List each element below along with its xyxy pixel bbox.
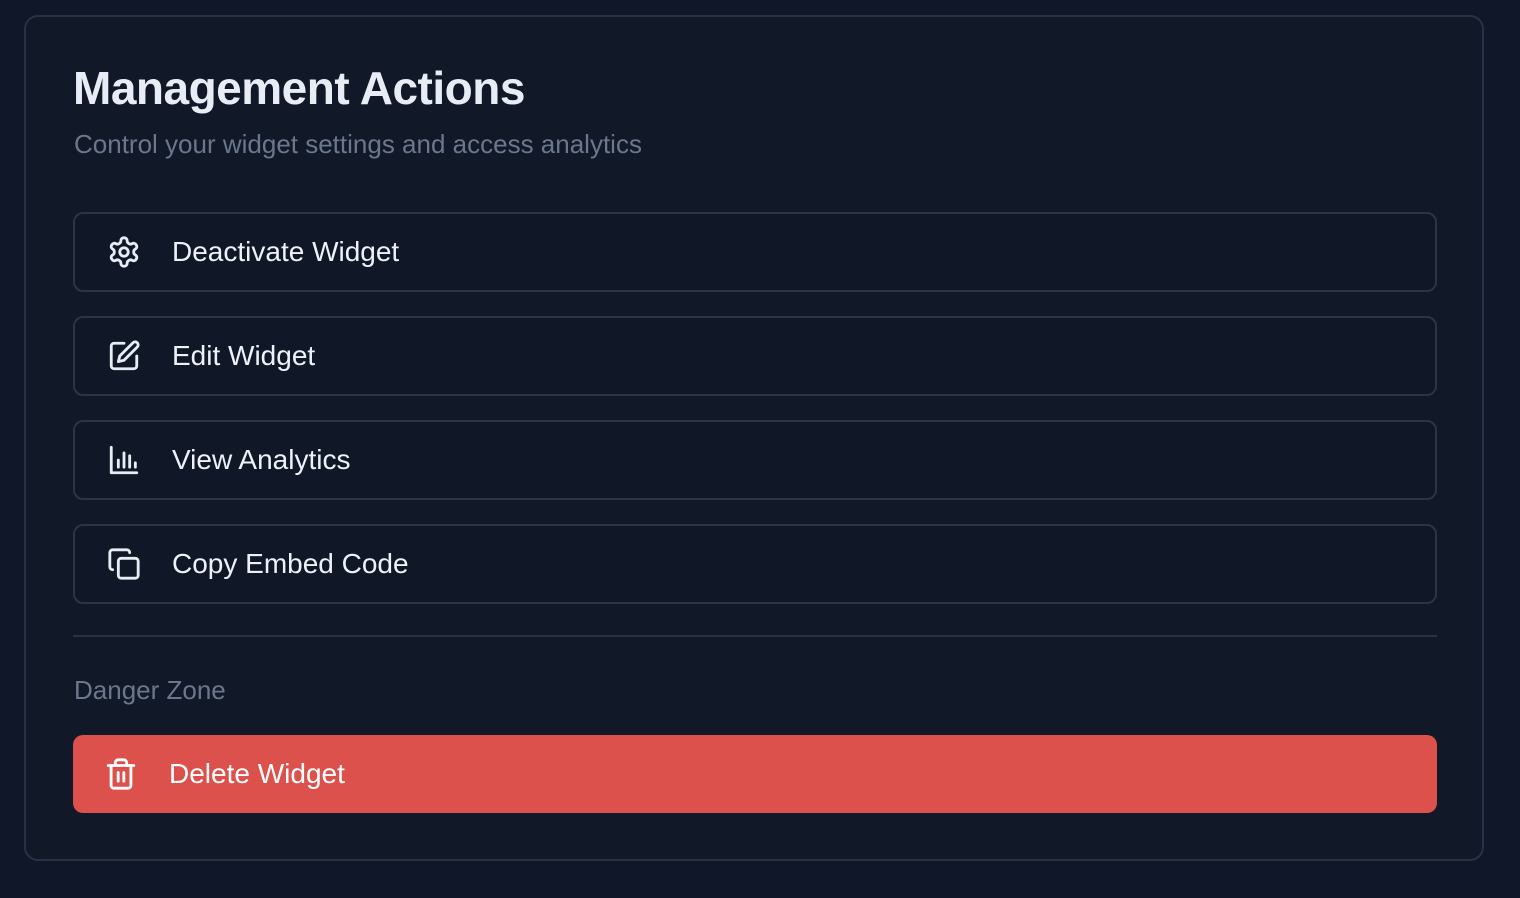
view-analytics-label: View Analytics — [172, 444, 351, 475]
copy-icon — [107, 547, 141, 581]
bar-chart-icon — [107, 443, 141, 477]
page-title: Management Actions — [73, 62, 525, 114]
danger-zone-label: Danger Zone — [74, 675, 226, 705]
page-subtitle: Control your widget settings and access … — [74, 129, 642, 159]
delete-widget-label: Delete Widget — [169, 758, 345, 789]
edit-widget-label: Edit Widget — [172, 340, 316, 371]
delete-widget-button[interactable]: Delete Widget — [73, 735, 1437, 813]
view-analytics-button[interactable]: View Analytics — [73, 420, 1437, 500]
edit-widget-button[interactable]: Edit Widget — [73, 316, 1437, 396]
trash-icon — [104, 757, 138, 791]
section-divider — [73, 635, 1437, 637]
copy-embed-code-label: Copy Embed Code — [172, 548, 409, 579]
gear-icon — [107, 235, 141, 269]
copy-embed-code-button[interactable]: Copy Embed Code — [73, 524, 1437, 604]
deactivate-widget-button[interactable]: Deactivate Widget — [73, 212, 1437, 292]
deactivate-widget-label: Deactivate Widget — [172, 236, 400, 267]
edit-icon — [107, 339, 141, 373]
